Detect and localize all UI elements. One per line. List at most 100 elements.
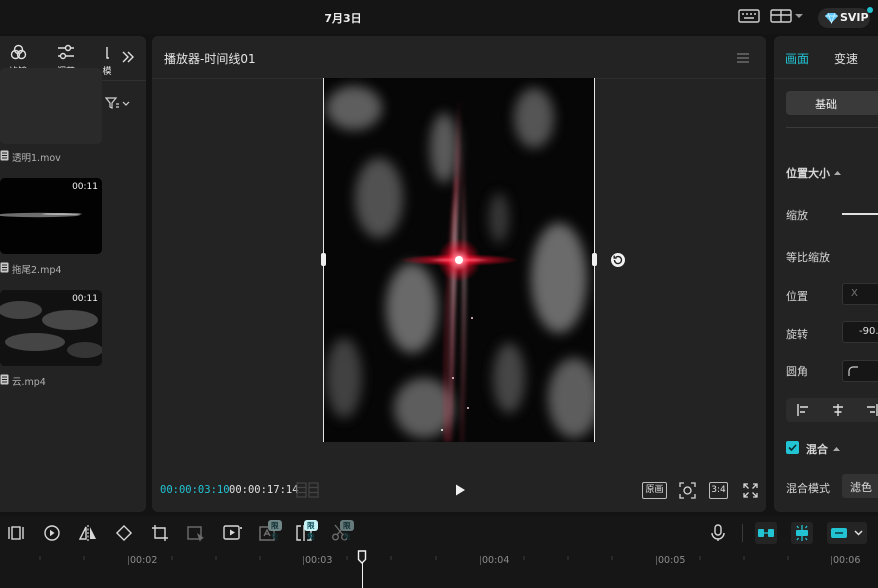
align-center-icon[interactable] [832, 404, 844, 416]
corner-label: 圆角 [786, 365, 808, 378]
media-duration: 00:11 [72, 182, 98, 192]
crop-tool[interactable] [151, 524, 169, 542]
media-thumbnail: 00:11 [0, 290, 102, 366]
mirror-tool[interactable] [79, 524, 97, 542]
blend-mode-value: 滤色 [850, 481, 872, 494]
collapse-caret-icon[interactable] [833, 446, 840, 451]
auto-snap-button[interactable] [791, 522, 813, 544]
template-icon [106, 47, 109, 59]
layout-menu-icon[interactable] [770, 8, 806, 26]
blend-section-title[interactable]: 混合 [806, 441, 828, 457]
subtab-basic[interactable]: 基础 [786, 91, 878, 115]
linkage-button[interactable] [827, 522, 867, 544]
media-panel: 滤镜 调节 模 透明1.mov 00:11 拖尾2.mp4 [0, 36, 146, 512]
diamond-icon [825, 12, 838, 24]
tab-picture[interactable]: 画面 [785, 50, 809, 67]
rotate-handle-icon[interactable] [610, 252, 626, 268]
media-name: 透明1.mov [12, 153, 61, 164]
file-icon [0, 262, 9, 273]
inspector-panel: 画面 变速 基础 位置大小 缩放 等比缩放 位置 X 旋转 -90. 圆角 混合… [774, 36, 878, 512]
rotation-field[interactable]: -90. [842, 321, 878, 343]
smart-crop-tool[interactable] [187, 524, 205, 542]
media-item[interactable]: 00:11 云.mp4 [0, 290, 146, 390]
align-right-icon[interactable] [866, 404, 878, 416]
expand-tools-icon[interactable] [120, 50, 136, 64]
timecode-grid-icon[interactable] [296, 482, 320, 498]
position-label: 位置 [786, 290, 808, 303]
uniform-scale-label: 等比缩放 [786, 251, 830, 264]
check-icon [788, 444, 797, 452]
timeline-ruler[interactable]: 00:02 00:03 00:04 00:05 00:06 [0, 550, 878, 588]
player-panel: 播放器-时间线01 00:00:03:10 00:00:17:14 原画 3:4 [152, 36, 766, 512]
tab-speed[interactable]: 变速 [834, 50, 858, 67]
divider [774, 78, 878, 79]
snap-icon [796, 525, 808, 541]
playhead-handle[interactable] [357, 550, 367, 564]
chevron-down-icon [854, 530, 863, 536]
smart-crop-icon [187, 526, 204, 542]
title-bar: 7月3日 SVIP [0, 0, 878, 34]
crop-icon [152, 525, 168, 541]
aspect-ratio-button[interactable]: 3:4 [709, 482, 728, 499]
record-audio-button[interactable] [709, 524, 727, 542]
split-tool[interactable] [7, 524, 25, 542]
notification-dot [867, 7, 873, 13]
free-badge: 限免 [304, 520, 318, 541]
media-name: 云.mp4 [12, 377, 46, 388]
media-item[interactable]: 00:11 拖尾2.mp4 [0, 178, 146, 278]
media-item[interactable]: 透明1.mov [0, 68, 146, 166]
rotate-tool[interactable] [115, 524, 133, 542]
svip-button[interactable]: SVIP [818, 8, 870, 28]
filter-menu-icon[interactable] [105, 96, 131, 110]
current-time: 00:00:03:10 [160, 484, 230, 496]
resize-handle-left[interactable] [321, 253, 326, 266]
split-icon [8, 526, 24, 540]
fullscreen-icon[interactable] [743, 483, 758, 498]
rotation-label: 旋转 [786, 328, 808, 341]
position-x-field[interactable]: X [842, 283, 878, 305]
project-date: 7月3日 [324, 12, 362, 25]
play-button[interactable] [453, 483, 467, 497]
player-title: 播放器-时间线01 [164, 52, 256, 66]
video-preview[interactable] [324, 78, 594, 442]
play-icon [456, 484, 465, 496]
media-duration: 00:11 [72, 294, 98, 304]
play-circle-icon [44, 525, 60, 541]
link-track-icon [758, 529, 774, 537]
total-time: 00:00:17:14 [229, 484, 299, 496]
collapse-caret-icon[interactable] [834, 170, 841, 175]
original-quality-button[interactable]: 原画 [642, 482, 667, 499]
main-track-magnet-button[interactable] [755, 522, 777, 544]
corner-field[interactable] [842, 360, 878, 382]
playhead-line [361, 563, 363, 588]
media-thumbnail: 00:11 [0, 178, 102, 254]
blend-mode-label: 混合模式 [786, 482, 830, 495]
resize-handle-right[interactable] [592, 253, 597, 266]
player-menu-icon[interactable] [736, 52, 750, 64]
screenshot-icon[interactable] [679, 482, 696, 499]
rotate-icon [115, 524, 133, 542]
file-icon [0, 374, 9, 385]
align-toolbar [786, 398, 878, 422]
scissors-tool[interactable]: 限免 [331, 520, 354, 542]
align-left-icon[interactable] [797, 404, 809, 416]
blend-mode-select[interactable]: 滤色 [842, 474, 878, 498]
timeline-toolbar: 限免 限免 限免 [0, 516, 878, 550]
link-clips-icon [831, 528, 847, 538]
rotation-value: -90. [859, 326, 878, 337]
ai-text-tool[interactable]: 限免 [259, 520, 282, 542]
keyboard-shortcuts-icon[interactable] [738, 8, 762, 26]
blend-checkbox[interactable] [786, 441, 799, 454]
scale-slider[interactable] [842, 213, 878, 215]
video-effect-tool[interactable] [223, 524, 242, 542]
freeze-tool[interactable] [43, 524, 61, 542]
corner-radius-icon [848, 366, 858, 376]
tool-template-label: 模 [102, 67, 112, 77]
filter-icon [10, 44, 27, 60]
media-thumbnail [0, 68, 102, 144]
smart-cut-tool[interactable]: 限免 [295, 520, 318, 542]
section-position-size[interactable]: 位置大小 [786, 165, 830, 181]
free-badge: 限免 [340, 520, 354, 541]
position-x-placeholder: X [851, 288, 858, 299]
adjust-icon [58, 44, 74, 60]
